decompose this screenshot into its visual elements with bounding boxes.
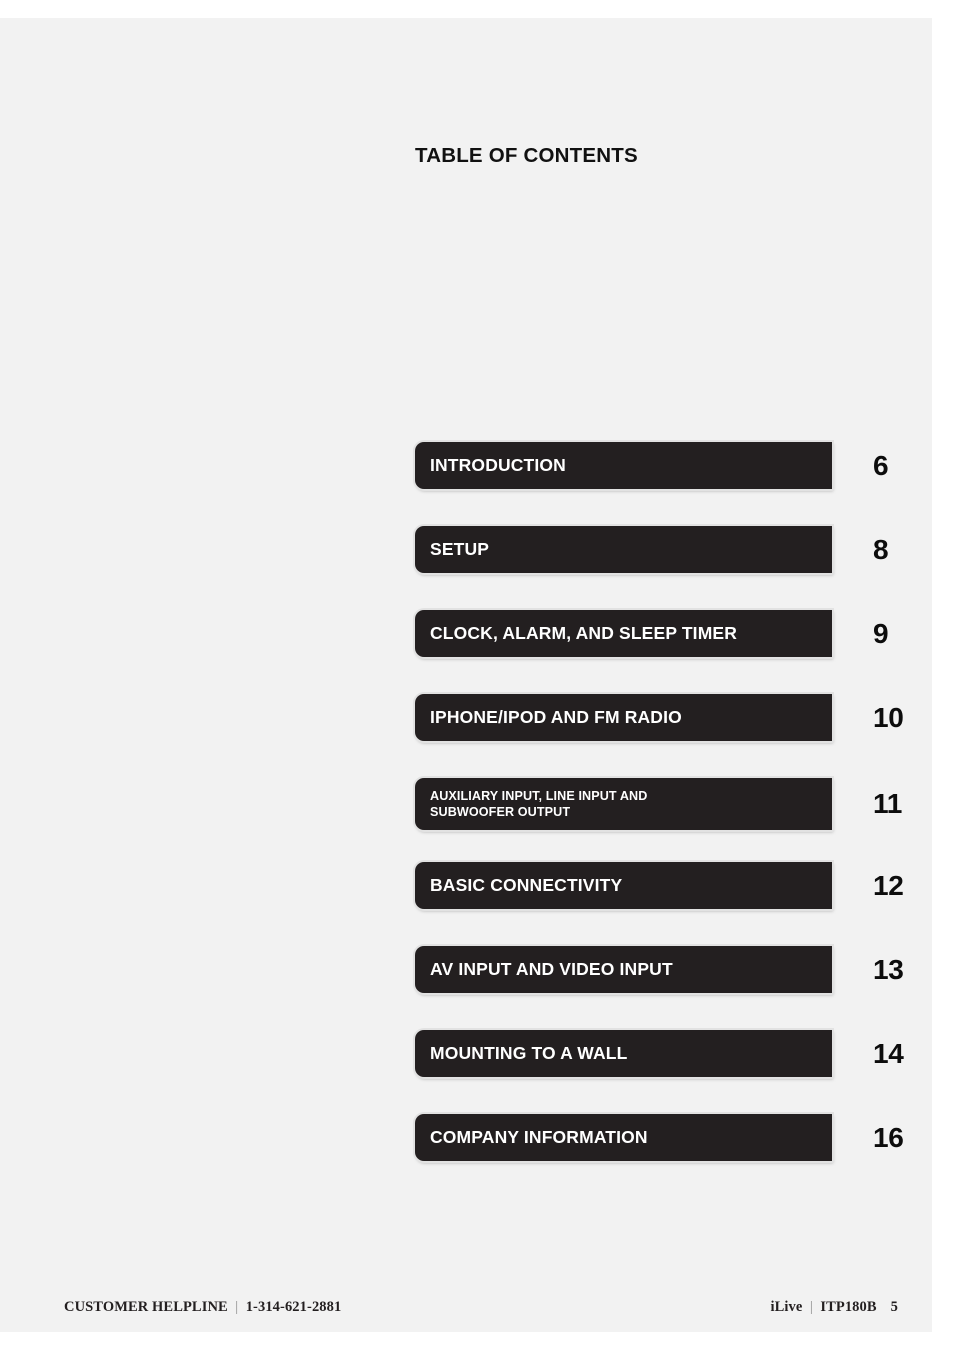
toc-entry-page-number: 13 [873, 953, 904, 985]
footer-separator-right: | [802, 1299, 821, 1315]
toc-entry-bar[interactable]: COMPANY INFORMATION [415, 1114, 832, 1161]
document-page: TABLE OF CONTENTS INTRODUCTION 6 SETUP 8 CLO… [0, 18, 932, 1332]
toc-entry-label: INTRODUCTION [430, 454, 566, 475]
toc-entry-page-number: 16 [873, 1121, 904, 1153]
toc-entry-bar[interactable]: INTRODUCTION [415, 442, 832, 489]
toc-entry: COMPANY INFORMATION 16 [0, 1114, 932, 1198]
page-footer: CUSTOMER HELPLINE | 1-314-621-2881 iLive… [0, 1299, 932, 1329]
toc-entry-page-number: 11 [873, 788, 902, 819]
toc-entry-label: SETUP [430, 538, 490, 559]
footer-page-number: 5 [890, 1299, 898, 1315]
footer-brand: iLive [770, 1299, 803, 1315]
toc-entry-page-number: 6 [873, 449, 889, 481]
toc-entry-label: MOUNTING TO A WALL [430, 1042, 628, 1063]
toc-entry-bar[interactable]: BASIC CONNECTIVITY [415, 862, 832, 909]
toc-entry: MOUNTING TO A WALL 14 [0, 1030, 932, 1114]
footer-model: ITP180B [820, 1299, 877, 1315]
toc-entry-bar[interactable]: AUXILIARY INPUT, LINE INPUT AND SUBWOOFE… [415, 778, 832, 830]
footer-helpline: CUSTOMER HELPLINE | 1-314-621-2881 [64, 1299, 341, 1316]
toc-entry: AUXILIARY INPUT, LINE INPUT AND SUBWOOFE… [0, 778, 932, 862]
toc-entry-page-number: 9 [873, 617, 889, 649]
footer-brand-model: iLive | ITP180B 5 [771, 1299, 898, 1316]
toc-entry: INTRODUCTION 6 [0, 442, 932, 526]
toc-entry-page-number: 14 [873, 1037, 904, 1069]
toc-entry-label: AV INPUT AND VIDEO INPUT [430, 958, 673, 979]
toc-entry-bar[interactable]: IPHONE/IPOD AND FM RADIO [415, 694, 832, 741]
toc-entry-label: IPHONE/IPOD AND FM RADIO [430, 706, 682, 727]
footer-separator-left: | [227, 1299, 246, 1315]
toc-entry-page-number: 12 [873, 869, 904, 901]
toc-entry-page-number: 10 [873, 701, 904, 733]
toc-entry-label: AUXILIARY INPUT, LINE INPUT AND SUBWOOFE… [430, 788, 648, 819]
toc-entry-bar[interactable]: AV INPUT AND VIDEO INPUT [415, 946, 832, 993]
page-title: TABLE OF CONTENTS [415, 144, 638, 167]
toc-entry-label: CLOCK, ALARM, AND SLEEP TIMER [430, 622, 738, 643]
toc-entry-label: COMPANY INFORMATION [430, 1126, 648, 1147]
toc-entry: IPHONE/IPOD AND FM RADIO 10 [0, 694, 932, 778]
toc-entry-page-number: 8 [873, 533, 889, 565]
toc-entry: AV INPUT AND VIDEO INPUT 13 [0, 946, 932, 1030]
table-of-contents-list: INTRODUCTION 6 SETUP 8 CLOCK, ALARM, AND SLE… [0, 442, 932, 1198]
toc-entry-bar[interactable]: MOUNTING TO A WALL [415, 1030, 832, 1077]
toc-entry: SETUP 8 [0, 526, 932, 610]
footer-helpline-label: CUSTOMER HELPLINE [64, 1299, 228, 1315]
toc-entry-bar[interactable]: CLOCK, ALARM, AND SLEEP TIMER [415, 610, 832, 657]
toc-entry-label: BASIC CONNECTIVITY [430, 874, 623, 895]
toc-entry: BASIC CONNECTIVITY 12 [0, 862, 932, 946]
toc-entry: CLOCK, ALARM, AND SLEEP TIMER 9 [0, 610, 932, 694]
toc-entry-bar[interactable]: SETUP [415, 526, 832, 573]
footer-helpline-number: 1-314-621-2881 [245, 1299, 342, 1315]
